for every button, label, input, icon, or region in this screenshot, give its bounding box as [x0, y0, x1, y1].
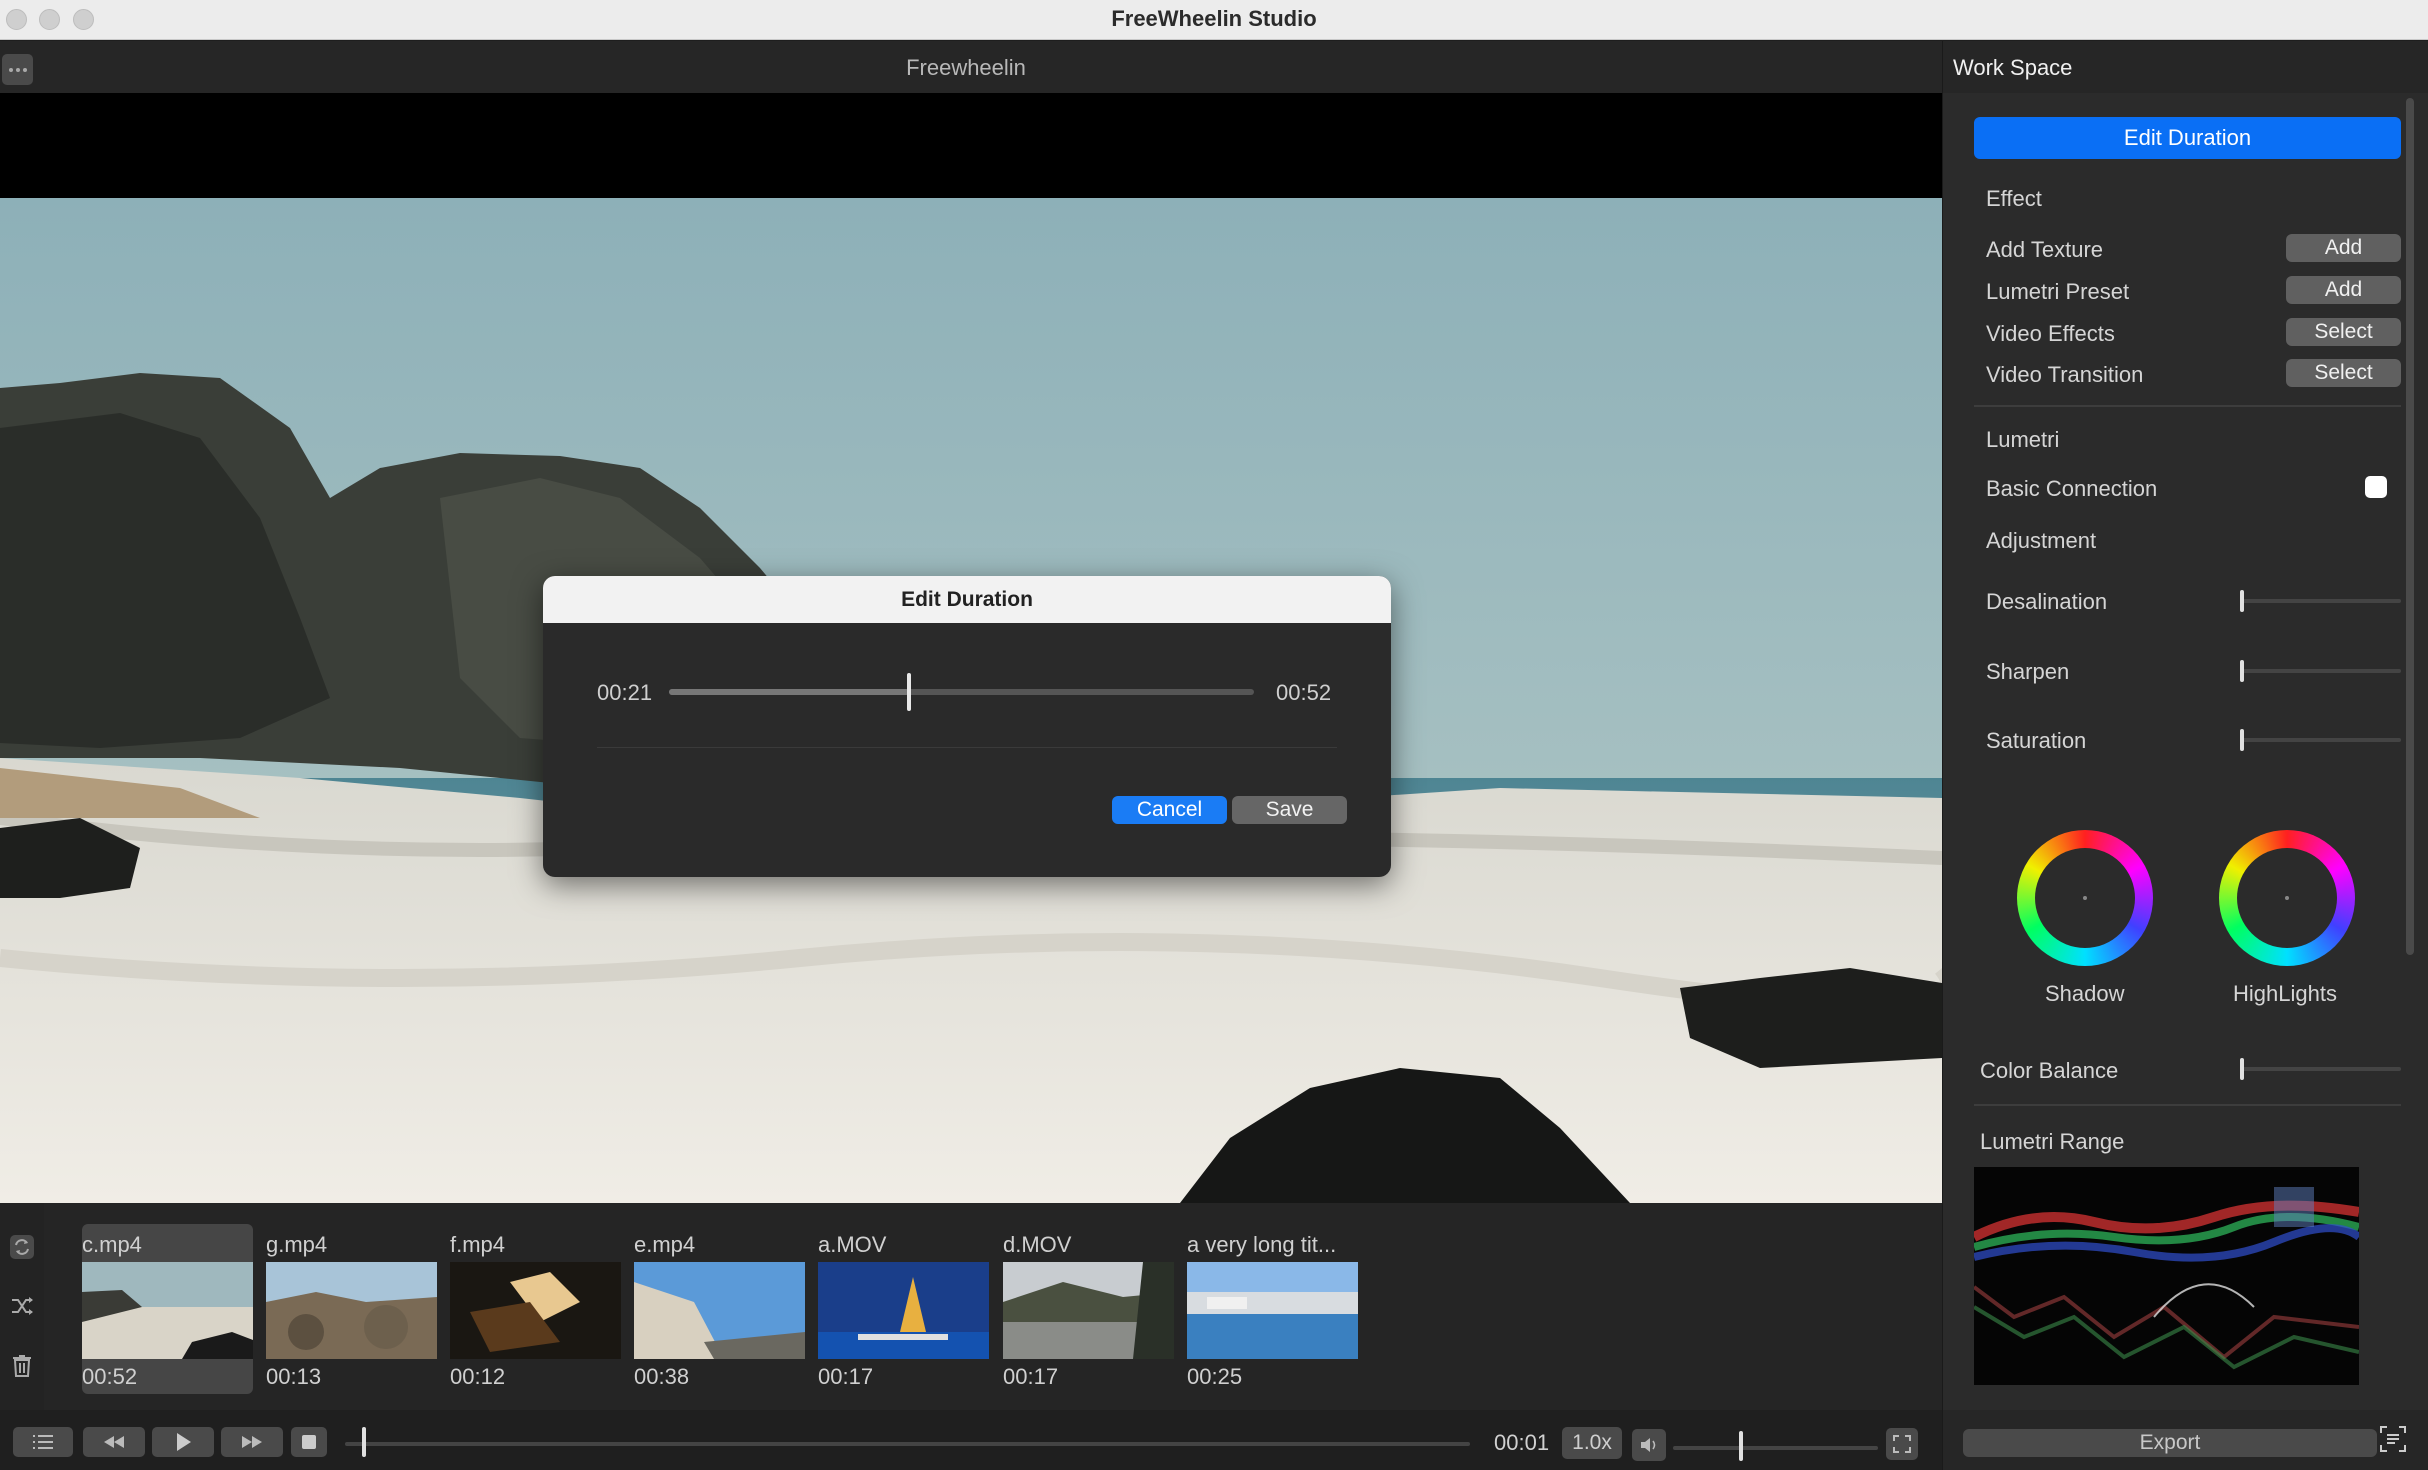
volume-icon[interactable] [1632, 1429, 1666, 1461]
basic-connection-checkbox[interactable] [2365, 476, 2387, 498]
shadow-wheel-handle[interactable] [2083, 896, 2087, 900]
desalination-label: Desalination [1986, 589, 2108, 614]
clip-item[interactable]: a.MOV 00:17 [818, 1224, 989, 1394]
sharpen-label: Sharpen [1986, 659, 2070, 684]
clip-name: a.MOV [818, 1232, 887, 1257]
section-divider [1974, 405, 2401, 407]
clip-thumbnail [82, 1262, 253, 1359]
clip-item[interactable]: f.mp4 00:12 [450, 1224, 621, 1394]
save-button[interactable]: Save [1232, 796, 1347, 824]
volume-slider-thumb[interactable] [1738, 1431, 1743, 1461]
basic-connection-label: Basic Connection [1986, 476, 2158, 501]
clip-name: c.mp4 [82, 1232, 142, 1257]
timeline-scrubber[interactable] [345, 1442, 1470, 1446]
volume-slider[interactable] [1673, 1446, 1878, 1450]
playback-speed-button[interactable]: 1.0x [1562, 1427, 1622, 1459]
stop-icon[interactable] [291, 1427, 327, 1457]
highlights-wheel-handle[interactable] [2285, 896, 2289, 900]
fullscreen-icon[interactable] [1886, 1428, 1918, 1460]
desalination-slider[interactable] [2240, 599, 2401, 603]
effect-label-lumetri-preset: Lumetri Preset [1986, 279, 2130, 304]
saturation-slider[interactable] [2240, 738, 2401, 742]
clip-name: f.mp4 [450, 1232, 506, 1257]
loop-icon[interactable] [8, 1233, 36, 1261]
effect-label-video-effects: Video Effects [1986, 321, 2115, 346]
clips-toolbar [0, 1203, 44, 1410]
fast-forward-icon[interactable] [221, 1427, 283, 1457]
rewind-icon[interactable] [83, 1427, 145, 1457]
shadow-color-wheel[interactable] [2017, 830, 2153, 966]
lumetri-preset-button[interactable]: Add [2286, 276, 2401, 304]
color-balance-slider[interactable] [2240, 1067, 2401, 1071]
timeline-playhead[interactable] [361, 1427, 366, 1457]
viewer-title: Freewheelin [906, 55, 1026, 80]
clip-item[interactable]: a very long tit... 00:25 [1187, 1224, 1358, 1394]
clip-name: g.mp4 [266, 1232, 328, 1257]
color-balance-slider-thumb[interactable] [2240, 1058, 2244, 1080]
export-button[interactable]: Export [1963, 1429, 2377, 1457]
clip-name: a very long tit... [1187, 1232, 1337, 1257]
clip-duration: 00:17 [818, 1364, 874, 1389]
video-effects-button[interactable]: Select [2286, 318, 2401, 346]
sharpen-slider[interactable] [2240, 669, 2401, 673]
clip-thumbnail [450, 1262, 621, 1359]
clip-duration: 00:17 [1003, 1364, 1059, 1389]
current-time: 00:01 [1494, 1430, 1550, 1455]
lumetri-range-scope [1974, 1167, 2359, 1385]
clip-thumbnail [634, 1262, 805, 1359]
workspace-title: Work Space [1953, 55, 2073, 80]
effect-heading: Effect [1986, 186, 2042, 211]
clip-duration: 00:52 [82, 1364, 138, 1389]
workspace-scrollbar[interactable] [2406, 98, 2414, 955]
edit-duration-button[interactable]: Edit Duration [1974, 117, 2401, 159]
window-titlebar: FreeWheelin Studio [0, 0, 2428, 40]
sharpen-slider-thumb[interactable] [2240, 660, 2244, 682]
video-letterbox [0, 93, 1942, 198]
clip-duration: 00:12 [450, 1364, 506, 1389]
color-balance-label: Color Balance [1980, 1058, 2119, 1083]
duration-slider-track[interactable] [669, 689, 1254, 695]
video-transition-button[interactable]: Select [2286, 359, 2401, 387]
clip-thumbnail [1187, 1262, 1358, 1359]
clip-thumbnail [266, 1262, 437, 1359]
effect-label-video-transition: Video Transition [1986, 362, 2144, 387]
clip-name: e.mp4 [634, 1232, 696, 1257]
duration-end-time: 00:52 [1276, 680, 1332, 705]
shadow-label: Shadow [2045, 981, 2125, 1006]
add-texture-button[interactable]: Add [2286, 234, 2401, 262]
trash-icon[interactable] [8, 1351, 36, 1379]
clip-item[interactable]: d.MOV 00:17 [1003, 1224, 1174, 1394]
clip-thumbnail [818, 1262, 989, 1359]
clip-thumbnail [1003, 1262, 1174, 1359]
duration-slider-fill [669, 689, 909, 695]
duration-slider-thumb[interactable] [906, 673, 911, 711]
duration-start-time: 00:21 [597, 680, 653, 705]
clip-item[interactable]: e.mp4 00:38 [634, 1224, 805, 1394]
section-divider [1974, 1104, 2401, 1106]
saturation-label: Saturation [1986, 728, 2087, 753]
list-icon[interactable] [13, 1427, 73, 1457]
lumetri-heading: Lumetri [1986, 427, 2060, 452]
effect-label-add-texture: Add Texture [1986, 237, 2104, 262]
caption-icon[interactable] [2378, 1424, 2408, 1454]
cancel-button[interactable]: Cancel [1112, 796, 1227, 824]
highlights-label: HighLights [2233, 981, 2337, 1006]
dialog-divider [597, 747, 1337, 748]
desalination-slider-thumb[interactable] [2240, 590, 2244, 612]
clip-duration: 00:13 [266, 1364, 322, 1389]
edit-duration-dialog: Edit Duration 00:21 00:52 Cancel Save [543, 576, 1391, 877]
clip-name: d.MOV [1003, 1232, 1072, 1257]
adjustment-heading: Adjustment [1986, 528, 2097, 553]
saturation-slider-thumb[interactable] [2240, 729, 2244, 751]
window-title: FreeWheelin Studio [1111, 6, 1317, 31]
highlights-color-wheel[interactable] [2219, 830, 2355, 966]
lumetri-range-label: Lumetri Range [1980, 1129, 2125, 1154]
dialog-title: Edit Duration [543, 576, 1391, 623]
play-icon[interactable] [152, 1427, 214, 1457]
clip-item[interactable]: g.mp4 00:13 [266, 1224, 437, 1394]
clip-duration: 00:38 [634, 1364, 690, 1389]
shuffle-icon[interactable] [8, 1292, 36, 1320]
clip-duration: 00:25 [1187, 1364, 1243, 1389]
clip-item[interactable]: c.mp4 00:52 [82, 1224, 253, 1394]
